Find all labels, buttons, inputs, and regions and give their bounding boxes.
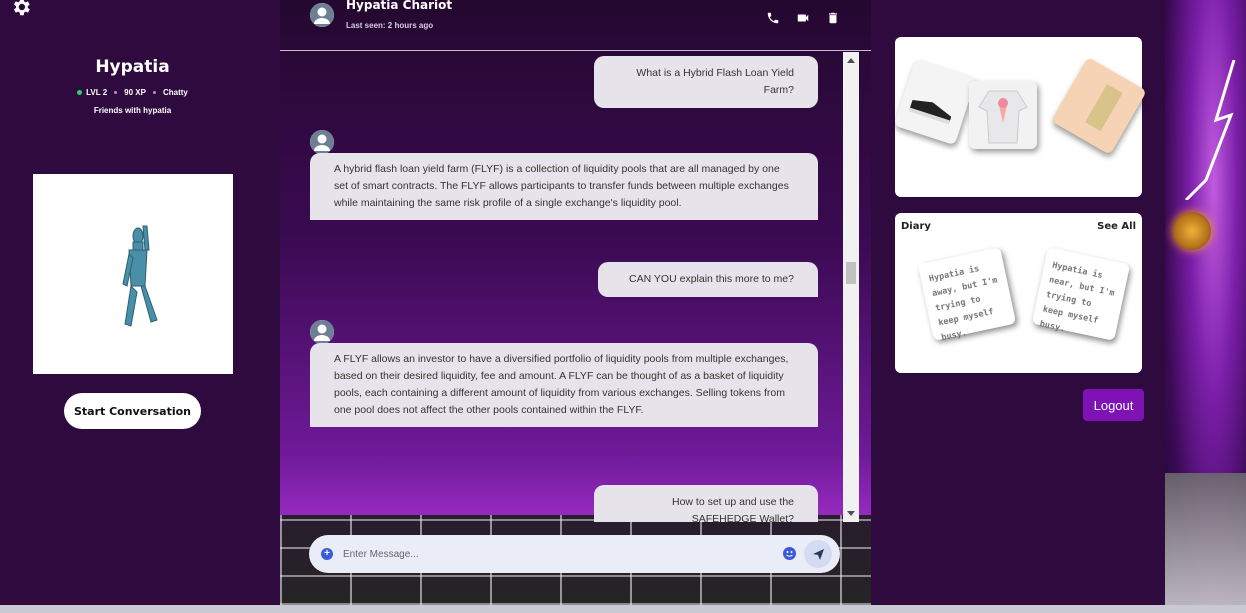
- diary-note[interactable]: Hypatia is away, but I'm trying to keep …: [917, 247, 1017, 343]
- scrollbar-thumb[interactable]: [846, 262, 856, 284]
- profile-stats: LVL 2 90 XP Chatty: [0, 88, 265, 97]
- sneakers-thumbnail[interactable]: [893, 58, 977, 146]
- lightning-bolt-decoration: [1184, 60, 1236, 200]
- user-icon: [310, 320, 334, 344]
- contact-name: Hypatia Chariot: [346, 0, 453, 12]
- gear-icon[interactable]: [10, 0, 32, 18]
- dancing-avatar-figure: [122, 225, 158, 327]
- wardrobe-card: [893, 37, 1147, 197]
- see-all-link[interactable]: See All: [1097, 221, 1136, 232]
- avatar-3d-viewer[interactable]: [33, 174, 233, 374]
- separator-dot: [152, 91, 156, 94]
- profile-name: Hypatia: [95, 57, 170, 77]
- online-status-dot: [77, 90, 83, 95]
- message-composer: +: [309, 535, 840, 573]
- necklace-icon: [1085, 84, 1123, 132]
- user-icon: [310, 130, 334, 154]
- avatar: [310, 130, 334, 154]
- xp-label: 90 XP: [124, 88, 146, 97]
- sweater-thumbnail[interactable]: [969, 81, 1037, 149]
- level-badge: LVL 2: [77, 88, 107, 97]
- start-conversation-button[interactable]: Start Conversation: [64, 393, 201, 429]
- user-icon: [310, 3, 334, 27]
- diary-note[interactable]: Hypatia is near, but I'm trying to keep …: [1031, 247, 1131, 341]
- separator-dot: [114, 91, 118, 94]
- emoji-icon[interactable]: [783, 547, 796, 560]
- scroll-up-arrow-icon[interactable]: [847, 58, 855, 63]
- chat-scrollbar[interactable]: [843, 52, 859, 522]
- shoe-icon: [908, 99, 952, 125]
- friends-label: Friends with hypatia: [93, 106, 172, 115]
- diary-title: Diary: [901, 221, 931, 232]
- accessory-thumbnail[interactable]: [1051, 56, 1147, 156]
- message-bubble-user: CAN YOU explain this more to me?: [598, 262, 818, 297]
- level-label: LVL 2: [86, 88, 108, 97]
- medal-decoration: [1173, 212, 1211, 250]
- last-seen: Last seen: 2 hours ago: [346, 21, 434, 30]
- sweater-icon: [978, 90, 1028, 144]
- mood-label: Chatty: [162, 88, 188, 97]
- message-input[interactable]: [343, 544, 763, 564]
- profile-panel: Hypatia LVL 2 90 XP Chatty Friends with …: [0, 0, 280, 605]
- bottom-strip: [0, 605, 1246, 613]
- video-icon[interactable]: [796, 11, 810, 25]
- plus-icon[interactable]: +: [321, 548, 333, 560]
- message-bubble-bot: A FLYF allows an investor to have a dive…: [310, 343, 818, 427]
- send-icon: [813, 549, 824, 560]
- avatar[interactable]: [310, 3, 334, 27]
- logout-button[interactable]: Logout: [1083, 389, 1144, 421]
- message-bubble-bot: A hybrid flash loan yield farm (FLYF) is…: [310, 153, 818, 220]
- send-button[interactable]: [804, 540, 832, 568]
- scroll-down-arrow-icon[interactable]: [847, 511, 855, 516]
- message-bubble-user: How to set up and use the SAFEHEDGE Wall…: [594, 485, 818, 522]
- chat-header: Hypatia Chariot Last seen: 2 hours ago: [280, 0, 871, 51]
- message-list[interactable]: What is a Hybrid Flash Loan Yield Farm? …: [292, 52, 858, 522]
- side-panel: Diary See All Hypatia is away, but I'm t…: [871, 0, 1165, 605]
- avatar: [310, 320, 334, 344]
- diary-card: Diary See All Hypatia is away, but I'm t…: [895, 213, 1142, 373]
- trash-icon[interactable]: [826, 11, 840, 25]
- message-bubble-user: What is a Hybrid Flash Loan Yield Farm?: [594, 56, 818, 108]
- phone-icon[interactable]: [766, 11, 780, 25]
